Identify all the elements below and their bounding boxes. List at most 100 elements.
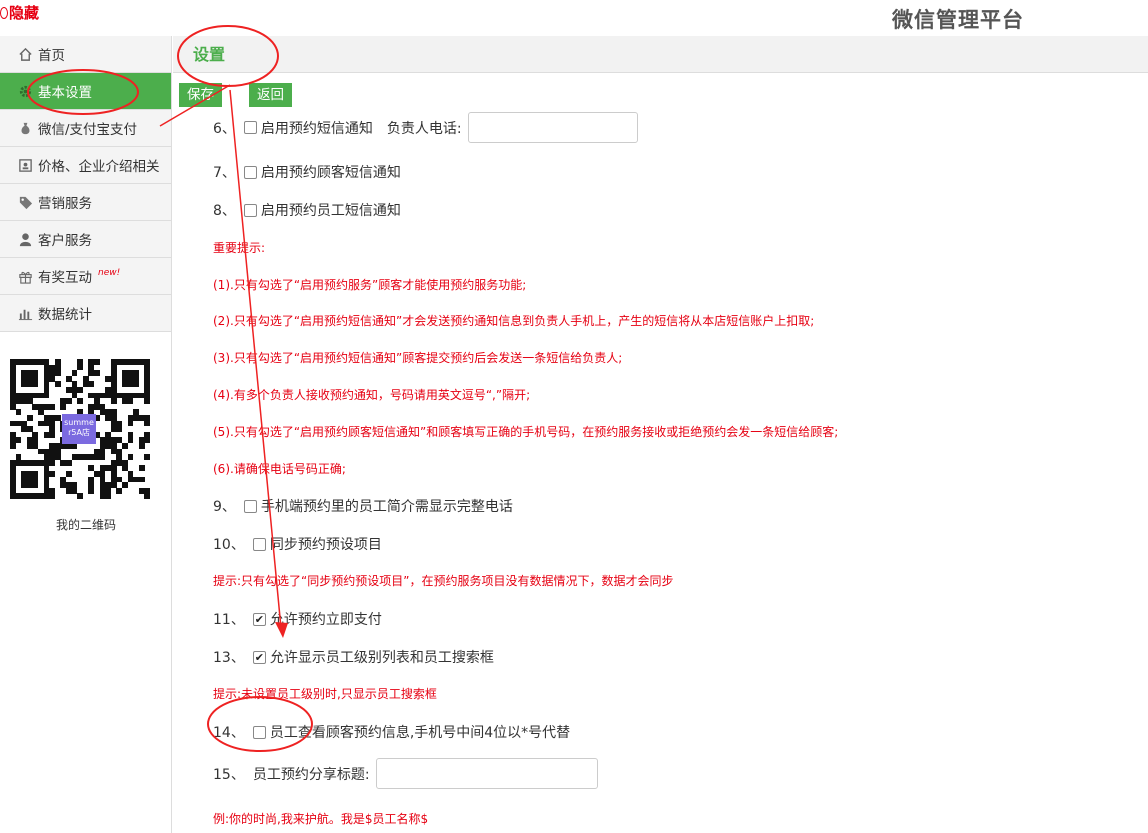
qr-module [110, 409, 117, 416]
sidebar-item-label: 价格、企业介绍相关 [38, 159, 160, 175]
toggle-icon [0, 6, 8, 19]
qr-module [110, 443, 117, 449]
qr-module [122, 381, 128, 388]
qr-module [10, 420, 16, 427]
qr-module [133, 370, 140, 377]
setting-label: 员工查看顾客预约信息,手机号中间4位以*号代替 [269, 725, 571, 741]
qr-module [122, 398, 128, 405]
qr-module [10, 398, 16, 405]
qr-module [10, 392, 16, 399]
qr-module [110, 375, 117, 382]
qr-module [43, 465, 50, 472]
qr-module [110, 359, 117, 365]
qr-module [43, 476, 50, 483]
qr-module [116, 392, 123, 399]
qr-module [10, 370, 16, 377]
sidebar-item-statistics[interactable]: 数据统计 [0, 295, 171, 332]
qr-module [144, 387, 151, 393]
qr-module [15, 392, 22, 399]
qr-module [10, 359, 16, 365]
qr-module [60, 403, 67, 410]
qr-module [110, 482, 117, 489]
qr-module [99, 471, 106, 477]
sidebar-item-label: 营销服务 [38, 196, 92, 212]
qr-module [15, 409, 22, 416]
setting-row-8: 8、 启用预约员工短信通知 [213, 200, 401, 220]
qr-module [133, 392, 140, 399]
qr-module [144, 415, 151, 421]
sidebar-item-interaction[interactable]: 有奖互动 new! [0, 258, 171, 295]
sidebar-item-basic-settings[interactable]: 基本设置 [0, 73, 171, 110]
user-icon [17, 231, 33, 247]
qr-module [10, 476, 16, 483]
qr-module [133, 415, 140, 421]
hide-sidebar-link[interactable]: 隐藏 [0, 2, 39, 23]
qr-module [32, 443, 39, 449]
setting-number: 13、 [213, 650, 245, 666]
qr-module [110, 381, 117, 388]
qr-module [66, 471, 72, 477]
qr-module [144, 493, 151, 500]
qr-module [26, 482, 33, 489]
setting-label: 同步预约预设项目 [269, 537, 382, 553]
qr-module [26, 392, 33, 399]
qr-module [10, 493, 16, 500]
qr-module [77, 454, 84, 461]
qr-module [43, 487, 50, 494]
manager-phone-input[interactable] [467, 112, 638, 143]
qr-module [122, 482, 128, 489]
instant-pay-checkbox[interactable]: ✔ [252, 612, 266, 626]
staff-level-list-checkbox[interactable]: ✔ [252, 650, 266, 664]
qr-module [26, 398, 33, 405]
hide-label: 隐藏 [9, 4, 40, 22]
qr-module [10, 437, 16, 444]
qr-module [66, 398, 72, 405]
qr-module [66, 487, 72, 494]
qr-module [110, 392, 117, 399]
back-button[interactable]: 返回 [249, 83, 292, 107]
qr-module [49, 420, 56, 427]
qr-module [105, 437, 112, 444]
qr-module [21, 381, 28, 388]
qr-module [49, 415, 56, 421]
qr-module [122, 465, 128, 472]
qr-module [60, 476, 67, 483]
qr-module [127, 392, 134, 399]
sidebar-item-price-intro[interactable]: 价格、企业介绍相关 [0, 147, 171, 184]
sync-presets-checkbox[interactable] [252, 537, 266, 551]
sidebar-item-label: 微信/支付宝支付 [38, 122, 138, 138]
setting-row-13: 13、 ✔ 允许显示员工级别列表和员工搜索框 [213, 647, 494, 667]
qr-module [99, 476, 106, 483]
qr-module [144, 487, 151, 494]
qr-module [144, 370, 151, 377]
qr-module [21, 398, 28, 405]
qr-module [15, 459, 22, 466]
sidebar-item-marketing[interactable]: 营销服务 [0, 184, 171, 221]
customer-sms-checkbox[interactable] [243, 165, 257, 179]
sidebar-item-home[interactable]: 首页 [0, 36, 171, 73]
setting-label: 手机端预约里的员工简介需显示完整电话 [260, 499, 513, 515]
sms-notify-checkbox[interactable] [243, 121, 257, 134]
qr-module [88, 381, 95, 388]
qr-module [32, 482, 39, 489]
sidebar-item-customer-service[interactable]: 客户服务 [0, 221, 171, 258]
qr-module [99, 448, 106, 455]
qr-module [38, 409, 44, 416]
qr-module [77, 493, 84, 500]
qr-module [43, 448, 50, 455]
staff-sms-checkbox[interactable] [243, 203, 257, 217]
manager-phone-label: 负责人电话: [386, 120, 462, 137]
qr-module [54, 381, 61, 388]
qr-module [77, 387, 84, 393]
share-title-input[interactable] [375, 758, 598, 789]
qr-module [116, 448, 123, 455]
sidebar-item-label: 首页 [38, 48, 65, 64]
save-button[interactable]: 保存 [179, 83, 222, 107]
qr-module [26, 381, 33, 388]
mask-phone-checkbox[interactable] [252, 725, 266, 739]
qr-module [10, 471, 16, 477]
show-full-phone-checkbox[interactable] [243, 499, 257, 513]
setting-number: 6、 [213, 120, 236, 137]
sidebar-item-payment[interactable]: 微信/支付宝支付 [0, 110, 171, 147]
qr-module [138, 359, 145, 365]
